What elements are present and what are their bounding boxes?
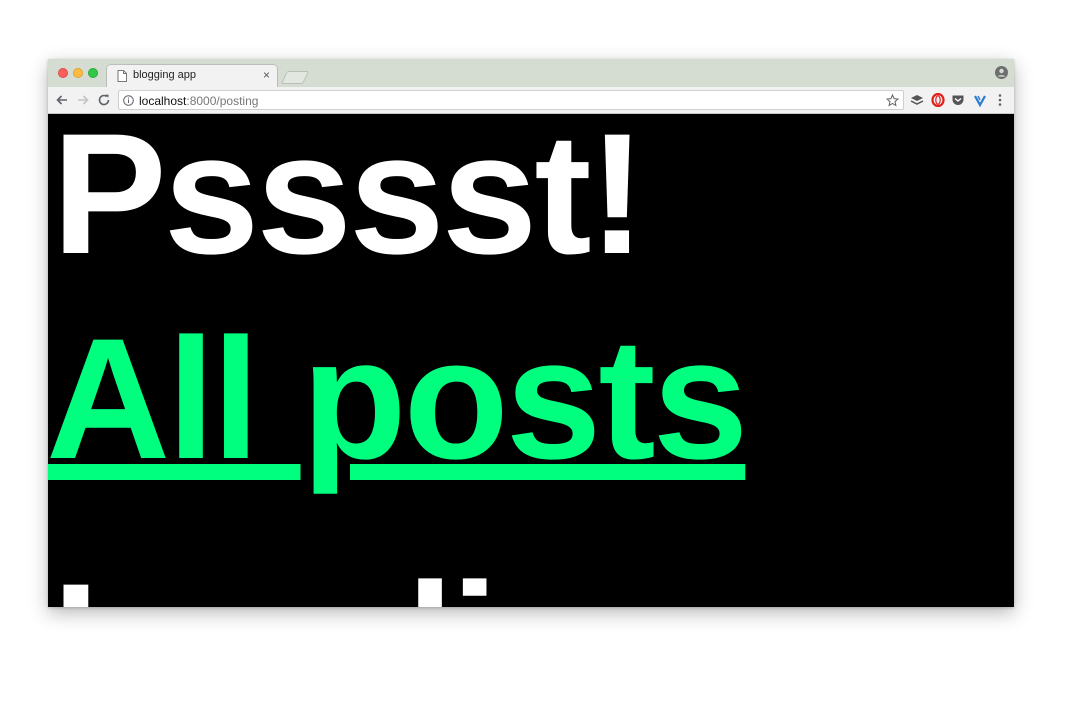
tab-strip: blogging app × [48,59,1014,87]
url-host: localhost [139,94,187,108]
all-posts-link[interactable]: All posts [48,299,748,499]
browser-window: blogging app × localhost:8000/posting Ps… [48,59,1014,607]
tab-blogging-app[interactable]: blogging app × [106,64,278,87]
opera-icon[interactable] [931,93,945,107]
page-viewport[interactable]: Psssst! All posts Loading [48,114,1014,607]
page-headline: Psssst! [52,114,646,290]
url-path: :8000/posting [186,94,259,108]
forward-arrow-icon[interactable] [75,92,91,108]
pocket-icon[interactable] [951,93,965,107]
address-bar[interactable]: localhost:8000/posting [118,90,904,110]
reload-icon[interactable] [96,92,112,108]
star-icon[interactable] [886,94,899,107]
window-maximize-button[interactable] [88,68,98,78]
window-close-button[interactable] [58,68,68,78]
info-icon[interactable] [123,95,134,106]
browser-toolbar: localhost:8000/posting [48,87,1014,114]
page-icon [117,70,127,82]
partial-next-line: Loading [52,544,703,607]
layers-icon[interactable] [910,93,924,107]
close-tab-icon[interactable]: × [263,68,270,82]
v-extension-icon[interactable] [973,93,987,107]
window-minimize-button[interactable] [73,68,83,78]
more-vertical-icon[interactable] [995,93,1005,107]
tab-title: blogging app [133,69,197,81]
url-text: localhost:8000/posting [139,94,258,108]
new-tab-button[interactable] [280,71,310,84]
back-arrow-icon[interactable] [54,92,70,108]
profile-icon[interactable] [995,66,1008,79]
